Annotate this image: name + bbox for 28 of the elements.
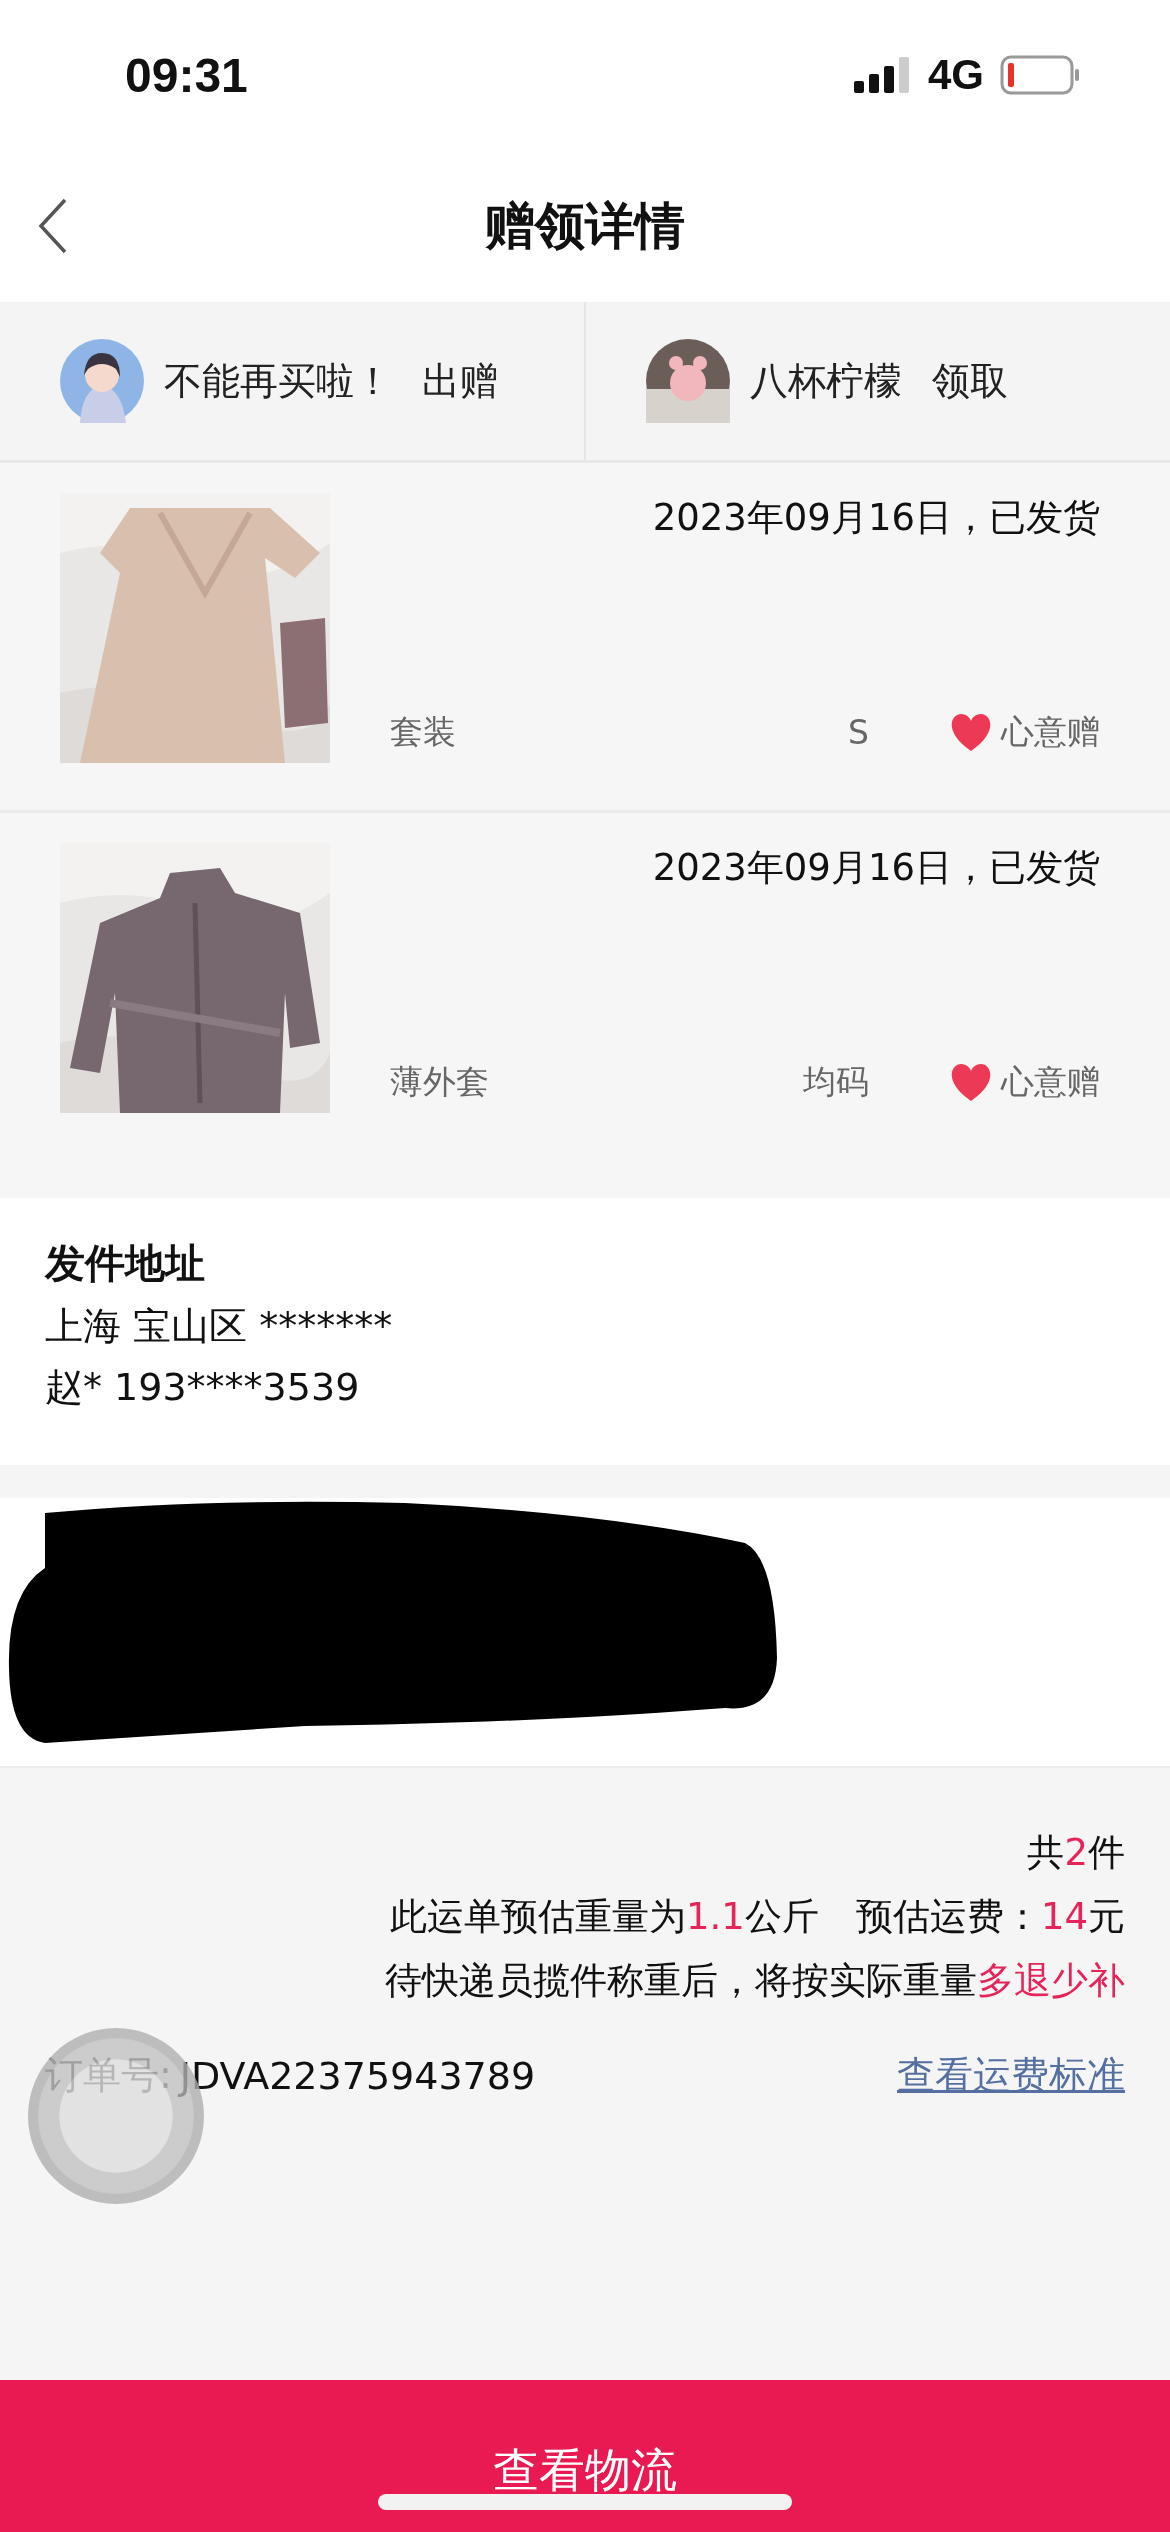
item-size: 均码 <box>803 1061 869 1103</box>
summary-line: 待快递员揽件称重后，将按实际重量多退少补 <box>385 1958 1125 2004</box>
sender-contact: 赵* 193****3539 <box>45 1364 361 1411</box>
shipping-status: 2023年09月16日，已发货 <box>652 495 1100 541</box>
heart-icon <box>949 1063 993 1102</box>
user-role: 领取 <box>932 357 1008 405</box>
user-role: 出赠 <box>422 357 498 405</box>
item-category: 薄外套 <box>390 1061 490 1103</box>
page-title: 赠领详情 <box>485 195 685 257</box>
order-number: JDVA22375943789 <box>179 2053 537 2098</box>
item-category: 套装 <box>390 711 457 753</box>
item-size: S <box>848 713 869 752</box>
status-time: 09:31 <box>125 47 248 103</box>
gift-tag: 心意赠 <box>1001 1060 1100 1105</box>
battery-icon <box>1000 55 1080 95</box>
summary-line: 共2件 <box>1027 1830 1125 1876</box>
sender-address: 上海 宝山区 ******* <box>45 1303 394 1350</box>
user-name: 不能再买啦！ <box>164 357 392 405</box>
shipping-status: 2023年09月16日，已发货 <box>652 845 1100 891</box>
heart-icon <box>949 713 993 752</box>
back-icon[interactable] <box>38 198 68 254</box>
user-name: 八杯柠檬 <box>750 357 902 405</box>
section-title: 发件地址 <box>45 1239 206 1288</box>
fee-standard-link[interactable]: 查看运费标准 <box>897 2050 1125 2101</box>
summary-line: 此运单预估重量为1.1公斤 预估运费：14元 <box>390 1894 1125 1940</box>
gift-tag: 心意赠 <box>1001 710 1100 755</box>
network-type: 4G <box>927 51 984 99</box>
signal-icon <box>853 57 912 93</box>
